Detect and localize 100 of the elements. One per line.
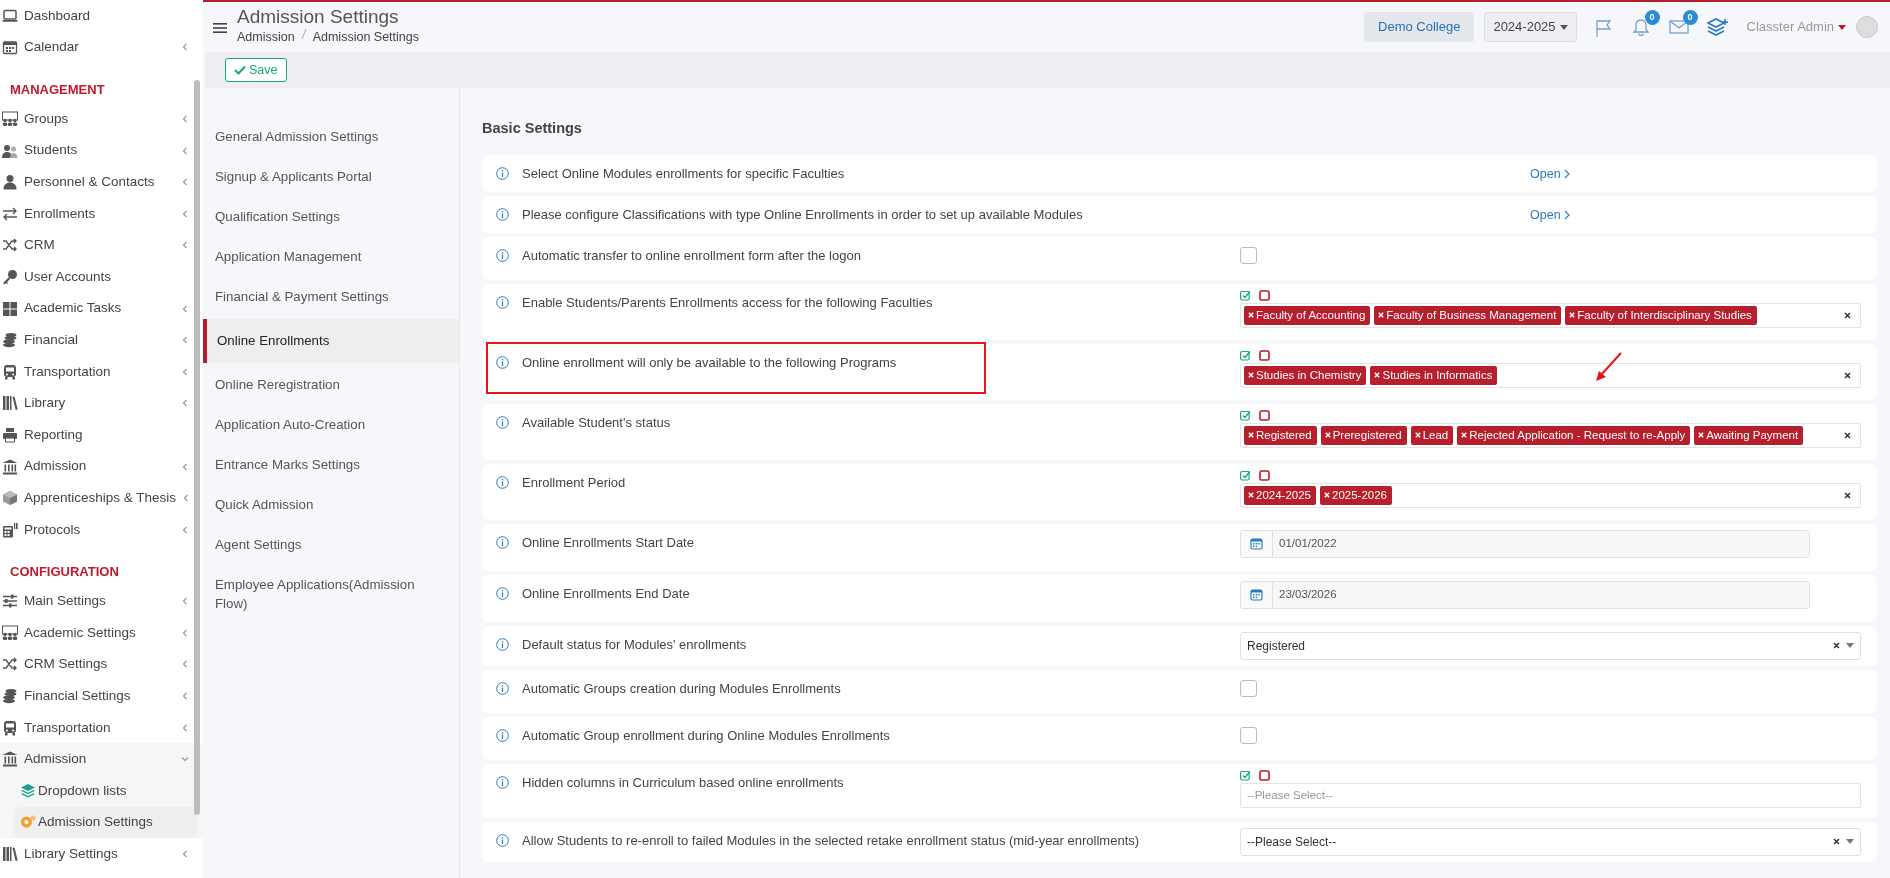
- sidebar-item[interactable]: Admission: [0, 743, 203, 776]
- square-icon: [1259, 769, 1270, 781]
- settings-tab[interactable]: Online Reregistration: [203, 365, 459, 405]
- multi-select-field[interactable]: Registered Preregistered Lead Rejected Application - Request to re-Apply Awaiting Payment: [1240, 422, 1861, 448]
- multi-select-field[interactable]: Studies in Chemistry Studies in Informatics: [1240, 362, 1861, 388]
- sidebar-item[interactable]: Dashboard: [0, 0, 203, 32]
- college-button[interactable]: Demo College: [1364, 12, 1475, 42]
- date-field[interactable]: 23/03/2026: [1240, 580, 1810, 609]
- tag[interactable]: Faculty of Interdisciplinary Studies: [1565, 305, 1757, 325]
- close-icon: [1844, 371, 1851, 379]
- sidebar-item[interactable]: Students: [0, 134, 203, 167]
- sidebar-item[interactable]: Calendar: [0, 31, 203, 64]
- settings-tab[interactable]: Quick Admission: [203, 485, 459, 525]
- select-all-button[interactable]: [1240, 349, 1251, 361]
- breadcrumb-item[interactable]: Admission: [237, 28, 295, 47]
- tag[interactable]: Rejected Application - Request to re-Apply: [1457, 425, 1691, 445]
- open-link[interactable]: Open: [1530, 205, 1570, 225]
- messages-button[interactable]: [1668, 18, 1689, 36]
- remove-icon: [1414, 432, 1421, 439]
- select-all-button[interactable]: [1240, 769, 1251, 781]
- multi-select-field[interactable]: 2024-2025 2025-2026: [1240, 482, 1861, 508]
- layers-icon: [20, 782, 36, 799]
- multi-select-field[interactable]: Faculty of Accounting Faculty of Business Management Faculty of Interdisciplinary Studies: [1240, 302, 1861, 328]
- settings-tab[interactable]: Agent Settings: [203, 525, 459, 565]
- settings-tab[interactable]: Employee Applications(Admission Flow): [203, 565, 459, 623]
- tag[interactable]: Awaiting Payment: [1694, 425, 1804, 445]
- settings-tab[interactable]: Application Auto-Creation: [203, 405, 459, 445]
- cube-icon: [2, 490, 18, 507]
- bank-icon: [2, 751, 18, 768]
- tag[interactable]: Registered: [1244, 425, 1317, 445]
- date-field[interactable]: 01/01/2022: [1240, 529, 1810, 558]
- close-icon: [1833, 642, 1840, 650]
- settings-tab[interactable]: Qualification Settings: [203, 197, 459, 237]
- select-all-button[interactable]: [1240, 469, 1251, 481]
- sidebar-item[interactable]: Admission: [0, 450, 203, 483]
- square-icon: [1259, 289, 1270, 301]
- notifications-button[interactable]: [1630, 18, 1651, 36]
- sidebar-item[interactable]: Library: [0, 387, 203, 420]
- open-link[interactable]: Open: [1530, 164, 1570, 184]
- sidebar-item[interactable]: Academic Tasks: [0, 292, 203, 325]
- clear-button[interactable]: [1833, 838, 1840, 846]
- deselect-all-button[interactable]: [1259, 349, 1270, 361]
- sidebar-item[interactable]: Apprenticeships & Thesis: [0, 482, 203, 514]
- sidebar-item[interactable]: Main Settings: [0, 585, 203, 618]
- section-heading: MANAGEMENT: [9, 80, 106, 99]
- settings-tab[interactable]: Online Enrollments: [203, 319, 459, 363]
- scrollbar-thumb[interactable]: [194, 80, 200, 815]
- sidebar-item[interactable]: CRM: [0, 229, 203, 262]
- flag-icon: [1594, 18, 1613, 37]
- shuffle-icon: [2, 237, 18, 254]
- sidebar-item[interactable]: Reporting: [0, 419, 203, 451]
- sidebar-item[interactable]: Library Settings: [0, 838, 203, 870]
- calendar-icon: [1250, 588, 1263, 602]
- settings-tab[interactable]: Signup & Applicants Portal: [203, 157, 459, 197]
- tag[interactable]: Studies in Informatics: [1370, 365, 1498, 385]
- deselect-all-button[interactable]: [1259, 469, 1270, 481]
- info-icon: [496, 833, 509, 847]
- remove-icon: [1248, 432, 1254, 439]
- layers-button[interactable]: [1706, 15, 1729, 39]
- clear-button[interactable]: [1833, 642, 1840, 650]
- sidebar-item[interactable]: Enrollments: [0, 197, 203, 230]
- sidebar-item[interactable]: Groups: [0, 103, 203, 135]
- tag[interactable]: Faculty of Accounting: [1244, 305, 1371, 325]
- tag[interactable]: 2024-2025: [1244, 485, 1316, 505]
- placeholder-text: --Please Select--: [1246, 787, 1334, 803]
- settings-tab[interactable]: Application Management: [203, 237, 459, 277]
- tag[interactable]: 2025-2026: [1320, 485, 1392, 505]
- setting-label: Online Enrollments Start Date: [522, 533, 694, 552]
- select-field[interactable]: Registered: [1240, 631, 1861, 660]
- settings-tab[interactable]: Entrance Marks Settings: [203, 445, 459, 485]
- checkbox[interactable]: [1240, 679, 1257, 697]
- select-all-button[interactable]: [1240, 409, 1251, 421]
- tag[interactable]: Preregistered: [1320, 425, 1407, 445]
- tag[interactable]: Faculty of Business Management: [1374, 305, 1562, 325]
- sidebar-item[interactable]: Financial Settings: [0, 680, 203, 712]
- sidebar-item[interactable]: CRM Settings: [0, 648, 203, 681]
- sidebar-item[interactable]: Transportation: [0, 355, 203, 388]
- select-field[interactable]: --Please Select--: [1240, 827, 1861, 856]
- close-icon: [1844, 491, 1851, 499]
- count-badge: 0: [1644, 10, 1660, 25]
- deselect-all-button[interactable]: [1259, 289, 1270, 301]
- deselect-all-button[interactable]: [1259, 409, 1270, 421]
- info-icon: [496, 166, 509, 180]
- sidebar-item[interactable]: User Accounts: [0, 261, 203, 293]
- sidebar-item[interactable]: Admission Settings: [14, 806, 197, 839]
- deselect-all-button[interactable]: [1259, 769, 1270, 781]
- checkbox[interactable]: [1240, 246, 1257, 264]
- checkbox[interactable]: [1240, 726, 1257, 744]
- settings-tab[interactable]: General Admission Settings: [203, 117, 459, 157]
- sidebar-item[interactable]: Personnel & Contacts: [0, 166, 203, 198]
- select-all-button[interactable]: [1240, 289, 1251, 301]
- tag[interactable]: Studies in Chemistry: [1244, 365, 1367, 385]
- settings-tab[interactable]: Financial & Payment Settings: [203, 277, 459, 317]
- sidebar-item[interactable]: Financial: [0, 324, 203, 356]
- tag[interactable]: Lead: [1410, 425, 1454, 445]
- sidebar-item[interactable]: Protocols: [0, 513, 203, 546]
- sidebar-item[interactable]: Academic Settings: [0, 617, 203, 649]
- year-dropdown[interactable]: 2024-2025: [1484, 12, 1577, 42]
- sidebar-item[interactable]: Transportation: [0, 711, 203, 744]
- sidebar-item[interactable]: Dropdown lists: [0, 775, 203, 807]
